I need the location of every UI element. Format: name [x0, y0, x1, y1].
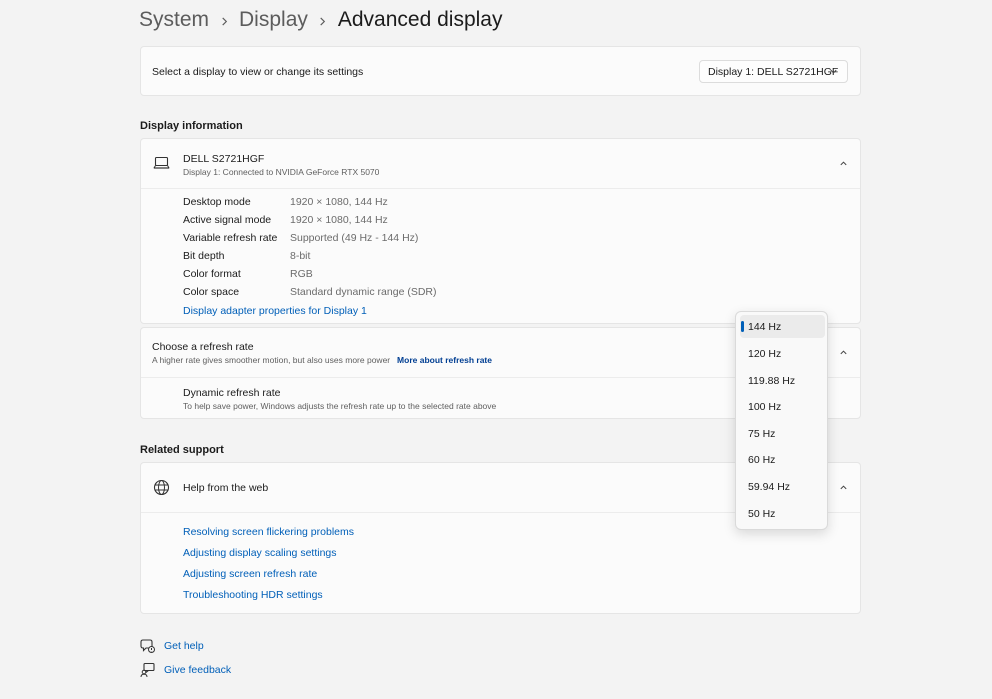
select-display-card: Select a display to view or change its s…	[140, 46, 861, 96]
display-select-value: Display 1: DELL S2721HGF	[708, 65, 839, 78]
support-link-flickering[interactable]: Resolving screen flickering problems	[183, 526, 354, 538]
globe-icon	[153, 479, 170, 499]
refresh-option-120[interactable]: 120 Hz	[740, 342, 825, 365]
refresh-rate-dropdown[interactable]: 144 Hz 120 Hz 119.88 Hz 100 Hz 75 Hz 60 …	[735, 311, 828, 530]
info-value: 1920 × 1080, 144 Hz	[290, 196, 388, 208]
refresh-rate-subtitle: A higher rate gives smoother motion, but…	[152, 355, 391, 365]
display-adapter-properties-link[interactable]: Display adapter properties for Display 1	[183, 305, 367, 317]
chevron-up-icon[interactable]	[839, 483, 848, 495]
chevron-up-icon[interactable]	[839, 348, 848, 360]
refresh-rate-title: Choose a refresh rate	[152, 341, 254, 353]
info-value: Standard dynamic range (SDR)	[290, 286, 437, 298]
give-feedback-label[interactable]: Give feedback	[164, 664, 231, 676]
dynamic-refresh-rate-title: Dynamic refresh rate	[183, 387, 281, 399]
refresh-option-100[interactable]: 100 Hz	[740, 395, 825, 418]
chevron-down-icon	[829, 67, 838, 79]
info-label: Active signal mode	[183, 214, 272, 226]
dynamic-refresh-rate-subtitle: To help save power, Windows adjusts the …	[183, 401, 497, 411]
chevron-right-icon	[308, 8, 338, 32]
get-help-icon	[140, 638, 156, 654]
refresh-option-60[interactable]: 60 Hz	[740, 448, 825, 471]
refresh-option-75[interactable]: 75 Hz	[740, 422, 825, 445]
related-support-heading: Related support	[140, 444, 224, 456]
info-label: Desktop mode	[183, 196, 251, 208]
help-from-web-title: Help from the web	[183, 482, 269, 494]
select-display-label: Select a display to view or change its s…	[152, 66, 364, 78]
chevron-right-icon	[209, 8, 239, 32]
give-feedback-link[interactable]: Give feedback	[140, 662, 231, 678]
monitor-name: DELL S2721HGF	[183, 153, 265, 165]
more-about-refresh-rate-link[interactable]: More about refresh rate	[397, 355, 492, 365]
breadcrumb-system[interactable]: System	[139, 8, 209, 32]
refresh-rate-subtitle-row: A higher rate gives smoother motion, but…	[152, 354, 492, 366]
refresh-option-59-94[interactable]: 59.94 Hz	[740, 475, 825, 498]
display-information-heading: Display information	[140, 120, 243, 132]
laptop-icon	[153, 156, 170, 173]
refresh-option-50[interactable]: 50 Hz	[740, 502, 825, 525]
support-link-refresh-rate[interactable]: Adjusting screen refresh rate	[183, 568, 317, 580]
breadcrumb: System Display Advanced display	[139, 6, 502, 34]
info-value: Supported (49 Hz - 144 Hz)	[290, 232, 419, 244]
refresh-option-144[interactable]: 144 Hz	[740, 315, 825, 338]
support-link-hdr[interactable]: Troubleshooting HDR settings	[183, 589, 323, 601]
info-value: 1920 × 1080, 144 Hz	[290, 214, 388, 226]
chevron-up-icon[interactable]	[839, 159, 848, 171]
info-label: Bit depth	[183, 250, 225, 262]
feedback-icon	[140, 662, 156, 678]
get-help-link[interactable]: Get help	[140, 638, 204, 654]
display-information-header[interactable]: DELL S2721HGF Display 1: Connected to NV…	[141, 139, 860, 188]
get-help-label[interactable]: Get help	[164, 640, 204, 652]
support-link-scaling[interactable]: Adjusting display scaling settings	[183, 547, 337, 559]
page-title: Advanced display	[337, 8, 503, 31]
breadcrumb-display[interactable]: Display	[239, 8, 308, 32]
refresh-option-119-88[interactable]: 119.88 Hz	[740, 369, 825, 392]
info-label: Color space	[183, 286, 240, 298]
info-value: 8-bit	[290, 250, 311, 262]
monitor-connection: Display 1: Connected to NVIDIA GeForce R…	[183, 167, 380, 177]
info-label: Color format	[183, 268, 241, 280]
divider	[141, 188, 860, 189]
display-select[interactable]: Display 1: DELL S2721HGF	[699, 60, 848, 83]
info-value: RGB	[290, 268, 313, 280]
display-information-card: DELL S2721HGF Display 1: Connected to NV…	[140, 138, 861, 324]
info-label: Variable refresh rate	[183, 232, 278, 244]
